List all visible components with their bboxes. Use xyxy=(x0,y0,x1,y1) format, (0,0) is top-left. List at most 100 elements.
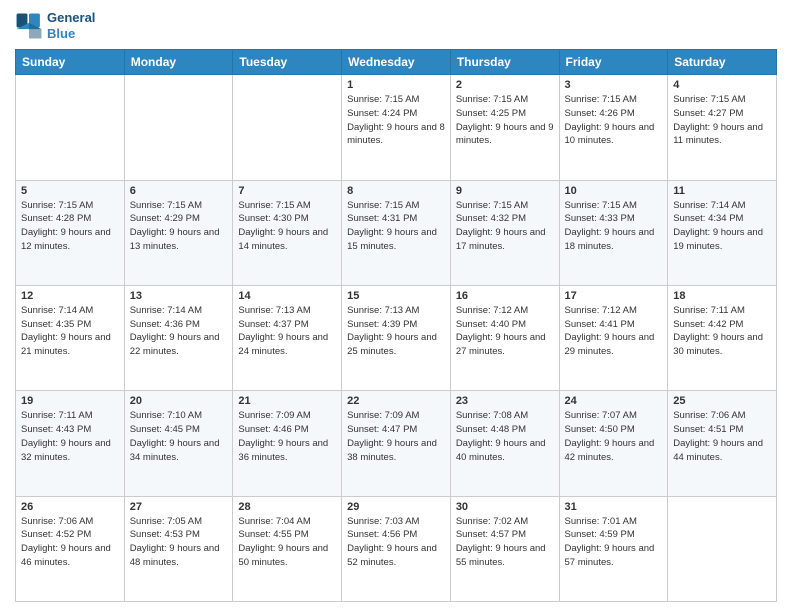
day-info: Sunrise: 7:11 AM Sunset: 4:42 PM Dayligh… xyxy=(673,304,771,359)
day-info: Sunrise: 7:15 AM Sunset: 4:32 PM Dayligh… xyxy=(456,199,554,254)
day-number: 10 xyxy=(565,185,663,197)
day-info: Sunrise: 7:15 AM Sunset: 4:24 PM Dayligh… xyxy=(347,93,445,148)
day-number: 12 xyxy=(21,290,119,302)
day-number: 16 xyxy=(456,290,554,302)
day-info: Sunrise: 7:06 AM Sunset: 4:51 PM Dayligh… xyxy=(673,409,771,464)
day-number: 5 xyxy=(21,185,119,197)
day-number: 19 xyxy=(21,395,119,407)
day-number: 22 xyxy=(347,395,445,407)
day-info: Sunrise: 7:12 AM Sunset: 4:41 PM Dayligh… xyxy=(565,304,663,359)
day-number: 8 xyxy=(347,185,445,197)
day-cell-3: 3 Sunrise: 7:15 AM Sunset: 4:26 PM Daylig… xyxy=(559,75,668,180)
day-info: Sunrise: 7:15 AM Sunset: 4:25 PM Dayligh… xyxy=(456,93,554,148)
weekday-header-row: SundayMondayTuesdayWednesdayThursdayFrid… xyxy=(16,50,777,75)
day-cell-8: 8 Sunrise: 7:15 AM Sunset: 4:31 PM Daylig… xyxy=(342,180,451,285)
day-number: 18 xyxy=(673,290,771,302)
empty-cell xyxy=(124,75,233,180)
weekday-header-thursday: Thursday xyxy=(450,50,559,75)
day-number: 7 xyxy=(238,185,336,197)
week-row-3: 12 Sunrise: 7:14 AM Sunset: 4:35 PM Dayli… xyxy=(16,285,777,390)
day-cell-24: 24 Sunrise: 7:07 AM Sunset: 4:50 PM Dayli… xyxy=(559,391,668,496)
day-number: 24 xyxy=(565,395,663,407)
day-info: Sunrise: 7:03 AM Sunset: 4:56 PM Dayligh… xyxy=(347,515,445,570)
day-cell-30: 30Sunrise: 7:02 AM Sunset: 4:57 PM Dayli… xyxy=(450,496,559,601)
day-info: Sunrise: 7:02 AM Sunset: 4:57 PM Dayligh… xyxy=(456,515,554,570)
day-info: Sunrise: 7:10 AM Sunset: 4:45 PM Dayligh… xyxy=(130,409,228,464)
day-info: Sunrise: 7:15 AM Sunset: 4:29 PM Dayligh… xyxy=(130,199,228,254)
day-cell-25: 25 Sunrise: 7:06 AM Sunset: 4:51 PM Dayli… xyxy=(668,391,777,496)
day-cell-13: 13 Sunrise: 7:14 AM Sunset: 4:36 PM Dayli… xyxy=(124,285,233,390)
day-cell-29: 29 Sunrise: 7:03 AM Sunset: 4:56 PM Dayli… xyxy=(342,496,451,601)
day-info: Sunrise: 7:05 AM Sunset: 4:53 PM Dayligh… xyxy=(130,515,228,570)
day-cell-27: 27 Sunrise: 7:05 AM Sunset: 4:53 PM Dayli… xyxy=(124,496,233,601)
day-cell-6: 6 Sunrise: 7:15 AM Sunset: 4:29 PM Daylig… xyxy=(124,180,233,285)
day-info: Sunrise: 7:06 AM Sunset: 4:52 PM Dayligh… xyxy=(21,515,119,570)
week-row-2: 5 Sunrise: 7:15 AM Sunset: 4:28 PM Daylig… xyxy=(16,180,777,285)
day-number: 28 xyxy=(238,501,336,513)
day-cell-16: 16 Sunrise: 7:12 AM Sunset: 4:40 PM Dayli… xyxy=(450,285,559,390)
day-cell-2: 2 Sunrise: 7:15 AM Sunset: 4:25 PM Daylig… xyxy=(450,75,559,180)
day-cell-7: 7Sunrise: 7:15 AM Sunset: 4:30 PM Daylig… xyxy=(233,180,342,285)
page: General Blue SundayMondayTuesdayWednesda… xyxy=(0,0,792,612)
day-info: Sunrise: 7:11 AM Sunset: 4:43 PM Dayligh… xyxy=(21,409,119,464)
day-number: 21 xyxy=(238,395,336,407)
day-info: Sunrise: 7:01 AM Sunset: 4:59 PM Dayligh… xyxy=(565,515,663,570)
day-cell-20: 20 Sunrise: 7:10 AM Sunset: 4:45 PM Dayli… xyxy=(124,391,233,496)
day-number: 4 xyxy=(673,79,771,91)
logo-icon xyxy=(15,12,43,40)
day-info: Sunrise: 7:15 AM Sunset: 4:26 PM Dayligh… xyxy=(565,93,663,148)
weekday-header-friday: Friday xyxy=(559,50,668,75)
day-cell-22: 22 Sunrise: 7:09 AM Sunset: 4:47 PM Dayli… xyxy=(342,391,451,496)
day-info: Sunrise: 7:09 AM Sunset: 4:47 PM Dayligh… xyxy=(347,409,445,464)
day-info: Sunrise: 7:15 AM Sunset: 4:28 PM Dayligh… xyxy=(21,199,119,254)
day-cell-5: 5 Sunrise: 7:15 AM Sunset: 4:28 PM Daylig… xyxy=(16,180,125,285)
day-info: Sunrise: 7:08 AM Sunset: 4:48 PM Dayligh… xyxy=(456,409,554,464)
day-info: Sunrise: 7:09 AM Sunset: 4:46 PM Dayligh… xyxy=(238,409,336,464)
weekday-header-sunday: Sunday xyxy=(16,50,125,75)
empty-cell xyxy=(668,496,777,601)
day-number: 23 xyxy=(456,395,554,407)
week-row-5: 26Sunrise: 7:06 AM Sunset: 4:52 PM Dayli… xyxy=(16,496,777,601)
day-number: 9 xyxy=(456,185,554,197)
day-cell-4: 4Sunrise: 7:15 AM Sunset: 4:27 PM Daylig… xyxy=(668,75,777,180)
day-info: Sunrise: 7:13 AM Sunset: 4:37 PM Dayligh… xyxy=(238,304,336,359)
day-number: 25 xyxy=(673,395,771,407)
day-info: Sunrise: 7:15 AM Sunset: 4:33 PM Dayligh… xyxy=(565,199,663,254)
header: General Blue xyxy=(15,10,777,41)
day-number: 29 xyxy=(347,501,445,513)
weekday-header-monday: Monday xyxy=(124,50,233,75)
day-info: Sunrise: 7:04 AM Sunset: 4:55 PM Dayligh… xyxy=(238,515,336,570)
logo-text: General Blue xyxy=(47,10,95,41)
day-number: 6 xyxy=(130,185,228,197)
empty-cell xyxy=(16,75,125,180)
day-cell-18: 18 Sunrise: 7:11 AM Sunset: 4:42 PM Dayli… xyxy=(668,285,777,390)
day-info: Sunrise: 7:14 AM Sunset: 4:34 PM Dayligh… xyxy=(673,199,771,254)
day-number: 15 xyxy=(347,290,445,302)
day-cell-26: 26Sunrise: 7:06 AM Sunset: 4:52 PM Dayli… xyxy=(16,496,125,601)
logo: General Blue xyxy=(15,10,95,41)
day-info: Sunrise: 7:12 AM Sunset: 4:40 PM Dayligh… xyxy=(456,304,554,359)
day-info: Sunrise: 7:14 AM Sunset: 4:35 PM Dayligh… xyxy=(21,304,119,359)
day-number: 11 xyxy=(673,185,771,197)
day-number: 2 xyxy=(456,79,554,91)
day-info: Sunrise: 7:15 AM Sunset: 4:31 PM Dayligh… xyxy=(347,199,445,254)
day-cell-15: 15 Sunrise: 7:13 AM Sunset: 4:39 PM Dayli… xyxy=(342,285,451,390)
calendar-table: SundayMondayTuesdayWednesdayThursdayFrid… xyxy=(15,49,777,602)
day-number: 27 xyxy=(130,501,228,513)
day-info: Sunrise: 7:07 AM Sunset: 4:50 PM Dayligh… xyxy=(565,409,663,464)
day-number: 1 xyxy=(347,79,445,91)
day-cell-1: 1 Sunrise: 7:15 AM Sunset: 4:24 PM Daylig… xyxy=(342,75,451,180)
day-cell-17: 17 Sunrise: 7:12 AM Sunset: 4:41 PM Dayli… xyxy=(559,285,668,390)
day-cell-14: 14Sunrise: 7:13 AM Sunset: 4:37 PM Dayli… xyxy=(233,285,342,390)
day-cell-10: 10 Sunrise: 7:15 AM Sunset: 4:33 PM Dayli… xyxy=(559,180,668,285)
day-number: 20 xyxy=(130,395,228,407)
day-info: Sunrise: 7:14 AM Sunset: 4:36 PM Dayligh… xyxy=(130,304,228,359)
day-cell-11: 11 Sunrise: 7:14 AM Sunset: 4:34 PM Dayli… xyxy=(668,180,777,285)
day-cell-12: 12 Sunrise: 7:14 AM Sunset: 4:35 PM Dayli… xyxy=(16,285,125,390)
day-cell-19: 19 Sunrise: 7:11 AM Sunset: 4:43 PM Dayli… xyxy=(16,391,125,496)
day-number: 13 xyxy=(130,290,228,302)
day-cell-23: 23 Sunrise: 7:08 AM Sunset: 4:48 PM Dayli… xyxy=(450,391,559,496)
day-number: 3 xyxy=(565,79,663,91)
day-info: Sunrise: 7:13 AM Sunset: 4:39 PM Dayligh… xyxy=(347,304,445,359)
day-number: 17 xyxy=(565,290,663,302)
